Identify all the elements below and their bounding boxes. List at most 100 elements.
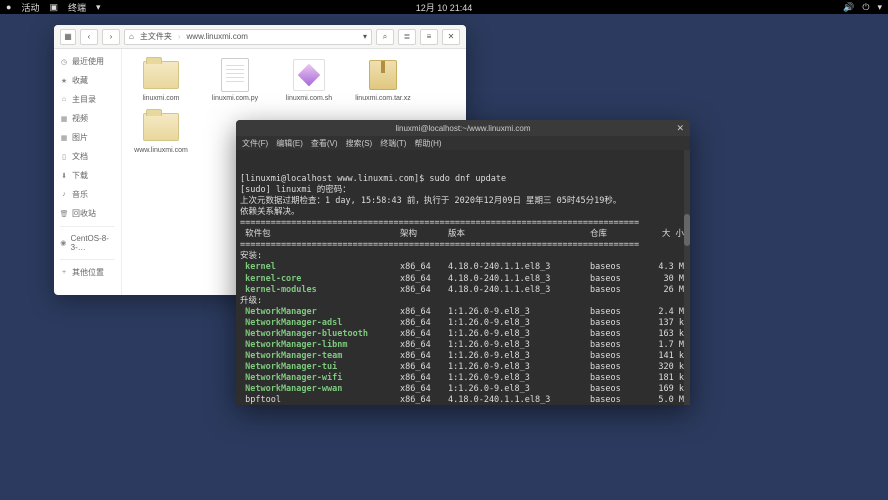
file-icon xyxy=(215,57,255,93)
sidebar-item[interactable]: ★ 收藏 xyxy=(54,72,121,89)
term-line: 安装: xyxy=(240,251,686,262)
sidebar-item[interactable]: ▯ 文档 xyxy=(54,148,121,165)
file-item[interactable]: linuxmi.com.tar.xz xyxy=(352,57,414,103)
term-scrollbar[interactable] xyxy=(684,150,690,405)
file-item[interactable]: linuxmi.com.sh xyxy=(278,57,340,103)
file-item[interactable]: linuxmi.com.py xyxy=(204,57,266,103)
folder-icon xyxy=(141,57,181,93)
term-menu-item[interactable]: 查看(V) xyxy=(311,138,338,149)
term-line: 软件包架构版本仓库大 小 xyxy=(240,229,686,240)
menu-icon: ≡ xyxy=(427,32,432,41)
term-menu-item[interactable]: 终端(T) xyxy=(380,138,406,149)
sound-icon[interactable]: 🔊 xyxy=(843,2,854,13)
file-label: linuxmi.com.py xyxy=(212,95,258,103)
file-item[interactable]: linuxmi.com xyxy=(130,57,192,103)
activities-icon[interactable]: ● xyxy=(6,2,11,12)
file-item[interactable]: www.linuxmi.com xyxy=(130,109,192,155)
sidebar-item-icon: ▦ xyxy=(60,134,68,142)
sidebar-item-icon: ◉ xyxy=(60,239,67,247)
power-icon[interactable]: ⏻ xyxy=(862,2,869,13)
term-menu-item[interactable]: 文件(F) xyxy=(242,138,268,149)
sidebar-item-icon: + xyxy=(60,269,68,277)
sidebar-divider xyxy=(60,226,115,227)
term-titlebar[interactable]: linuxmi@localhost:~/www.linuxmi.com ✕ xyxy=(236,120,690,136)
system-caret-icon[interactable]: ▾ xyxy=(877,2,882,13)
sidebar-item-label: 其他位置 xyxy=(72,267,104,278)
topbar: ● 活动 ▣ 终端 ▾ 12月 10 21:44 🔊 ⏻ ▾ xyxy=(0,0,888,14)
term-scroll-thumb[interactable] xyxy=(684,214,690,246)
term-line: [sudo] linuxmi 的密码： xyxy=(240,185,686,196)
term-line: NetworkManager-teamx86_641:1.26.0-9.el8_… xyxy=(240,351,686,362)
home-icon: ⌂ xyxy=(129,32,134,41)
sidebar-item-label: 最近使用 xyxy=(72,56,104,67)
file-label: www.linuxmi.com xyxy=(134,147,188,155)
terminal-window: linuxmi@localhost:~/www.linuxmi.com ✕ 文件… xyxy=(236,120,690,405)
sidebar-item[interactable]: ▦视频 xyxy=(54,110,121,127)
sidebar-item[interactable]: + 其他位置 xyxy=(54,264,121,281)
term-menu-item[interactable]: 帮助(H) xyxy=(414,138,441,149)
sidebar-item[interactable]: ⌂主目录 xyxy=(54,91,121,108)
sidebar-item-icon: 🗑 xyxy=(60,210,68,218)
term-menu-item[interactable]: 搜索(S) xyxy=(346,138,373,149)
path-current[interactable]: www.linuxmi.com xyxy=(187,32,248,41)
sidebar-item-icon: ◷ xyxy=(60,58,68,66)
term-line: NetworkManager-wifix86_641:1.26.0-9.el8_… xyxy=(240,373,686,384)
sidebar-item-label: 下载 xyxy=(72,170,88,181)
term-line: ========================================… xyxy=(240,218,686,229)
search-button[interactable]: ⌕ xyxy=(376,29,394,45)
sidebar-item-icon: ⬇ xyxy=(60,172,68,180)
term-line: NetworkManager-tuix86_641:1.26.0-9.el8_3… xyxy=(240,362,686,373)
file-label: linuxmi.com.tar.xz xyxy=(355,95,411,103)
file-label: linuxmi.com xyxy=(143,95,180,103)
term-line: 依赖关系解决。 xyxy=(240,207,686,218)
back-button[interactable]: ‹ xyxy=(80,29,98,45)
clock[interactable]: 12月 10 21:44 xyxy=(416,1,473,14)
sidebar-item[interactable]: 🗑回收站 xyxy=(54,205,121,222)
term-line: ========================================… xyxy=(240,240,686,251)
term-line: [linuxmi@localhost www.linuxmi.com]$ sud… xyxy=(240,174,686,185)
fm-toolbar: ▦ ‹ › ⌂ 主文件夹 › www.linuxmi.com ▾ ⌕ ≣ ≡ ✕ xyxy=(54,25,466,49)
forward-button[interactable]: › xyxy=(102,29,120,45)
term-line: NetworkManager-wwanx86_641:1.26.0-9.el8_… xyxy=(240,384,686,395)
sidebar-item-icon: ★ xyxy=(60,77,68,85)
app-name[interactable]: 终端 xyxy=(68,1,86,14)
term-line: bpftoolx86_644.18.0-240.1.1.el8_3baseos5… xyxy=(240,395,686,405)
app-icon[interactable]: ▣ xyxy=(49,2,58,13)
term-line: 升级: xyxy=(240,296,686,307)
term-menubar: 文件(F) 编辑(E) 查看(V) 搜索(S) 终端(T) 帮助(H) xyxy=(236,136,690,150)
sidebar-item-icon: ▦ xyxy=(60,115,68,123)
path-home[interactable]: 主文件夹 xyxy=(140,31,172,42)
sidebar-divider xyxy=(60,259,115,260)
sidebar-item-icon: ⌂ xyxy=(60,96,68,104)
folder-icon xyxy=(141,109,181,145)
term-line: 上次元数据过期检查：1 day, 15:58:43 前，执行于 2020年12月… xyxy=(240,196,686,207)
term-menu-item[interactable]: 编辑(E) xyxy=(276,138,303,149)
sidebar-item-label: 文档 xyxy=(72,151,88,162)
sidebar-item-label: 音乐 xyxy=(72,189,88,200)
term-line: NetworkManager-adslx86_641:1.26.0-9.el8_… xyxy=(240,318,686,329)
sidebar-item[interactable]: ♪ 音乐 xyxy=(54,186,121,203)
activities-button[interactable]: 活动 xyxy=(21,1,39,14)
sidebar-item-label: 收藏 xyxy=(72,75,88,86)
term-line: NetworkManager-libnmx86_641:1.26.0-9.el8… xyxy=(240,340,686,351)
sidebar-item[interactable]: ▦ 图片 xyxy=(54,129,121,146)
sidebar-item-icon: ♪ xyxy=(60,191,68,199)
sidebar-item-icon: ▯ xyxy=(60,153,68,161)
sidebar-item[interactable]: ⬇ 下载 xyxy=(54,167,121,184)
path-sep-icon: › xyxy=(178,32,181,41)
sidebar-item[interactable]: ◷ 最近使用 xyxy=(54,53,121,70)
path-caret-icon[interactable]: ▾ xyxy=(363,32,367,41)
term-close-button[interactable]: ✕ xyxy=(676,123,684,134)
close-button[interactable]: ✕ xyxy=(442,29,460,45)
term-line: kernelx86_644.18.0-240.1.1.el8_3baseos4.… xyxy=(240,262,686,273)
fm-menu-button[interactable]: ▦ xyxy=(60,29,76,45)
term-content[interactable]: [linuxmi@localhost www.linuxmi.com]$ sud… xyxy=(236,150,690,405)
hamburger-button[interactable]: ≡ xyxy=(420,29,438,45)
view-button[interactable]: ≣ xyxy=(398,29,416,45)
term-line: NetworkManager-bluetoothx86_641:1.26.0-9… xyxy=(240,329,686,340)
term-title: linuxmi@localhost:~/www.linuxmi.com xyxy=(395,124,530,133)
app-caret-icon[interactable]: ▾ xyxy=(96,2,101,13)
sidebar-item-label: 图片 xyxy=(72,132,88,143)
path-bar[interactable]: ⌂ 主文件夹 › www.linuxmi.com ▾ xyxy=(124,29,372,45)
sidebar-item[interactable]: ◉CentOS-8-3-… xyxy=(54,231,121,255)
